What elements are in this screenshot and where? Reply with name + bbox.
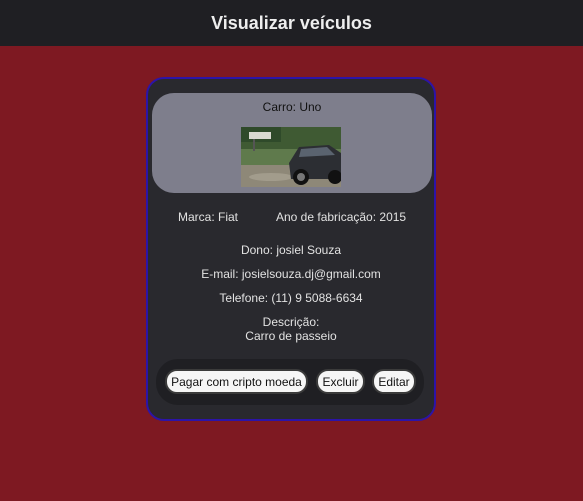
- edit-button[interactable]: Editar: [372, 369, 416, 394]
- description-label: Descrição:: [262, 315, 320, 329]
- pay-crypto-button[interactable]: Pagar com cripto moeda: [165, 369, 308, 394]
- vehicle-card: Carro: Uno Marca: Fiat Ano de fabricação…: [146, 77, 436, 421]
- page-title: Visualizar veículos: [211, 12, 372, 33]
- delete-button[interactable]: Excluir: [316, 369, 365, 394]
- action-bar: Pagar com cripto moeda Excluir Editar: [156, 359, 424, 405]
- vehicle-photo: [241, 127, 341, 187]
- vehicle-email: E-mail: josielsouza.dj@gmail.com: [201, 267, 381, 281]
- vehicle-description: Carro de passeio: [245, 329, 337, 343]
- vehicle-image-panel: Carro: Uno: [152, 93, 432, 193]
- vehicle-phone: Telefone: (11) 9 5088-6634: [219, 291, 363, 305]
- vehicle-title: Carro: Uno: [262, 100, 322, 114]
- vehicle-year: Ano de fabricação: 2015: [276, 210, 407, 224]
- vehicle-brand: Marca: Fiat: [178, 210, 239, 224]
- vehicle-owner: Dono: josiel Souza: [240, 243, 342, 257]
- top-bar: Visualizar veículos: [0, 0, 583, 46]
